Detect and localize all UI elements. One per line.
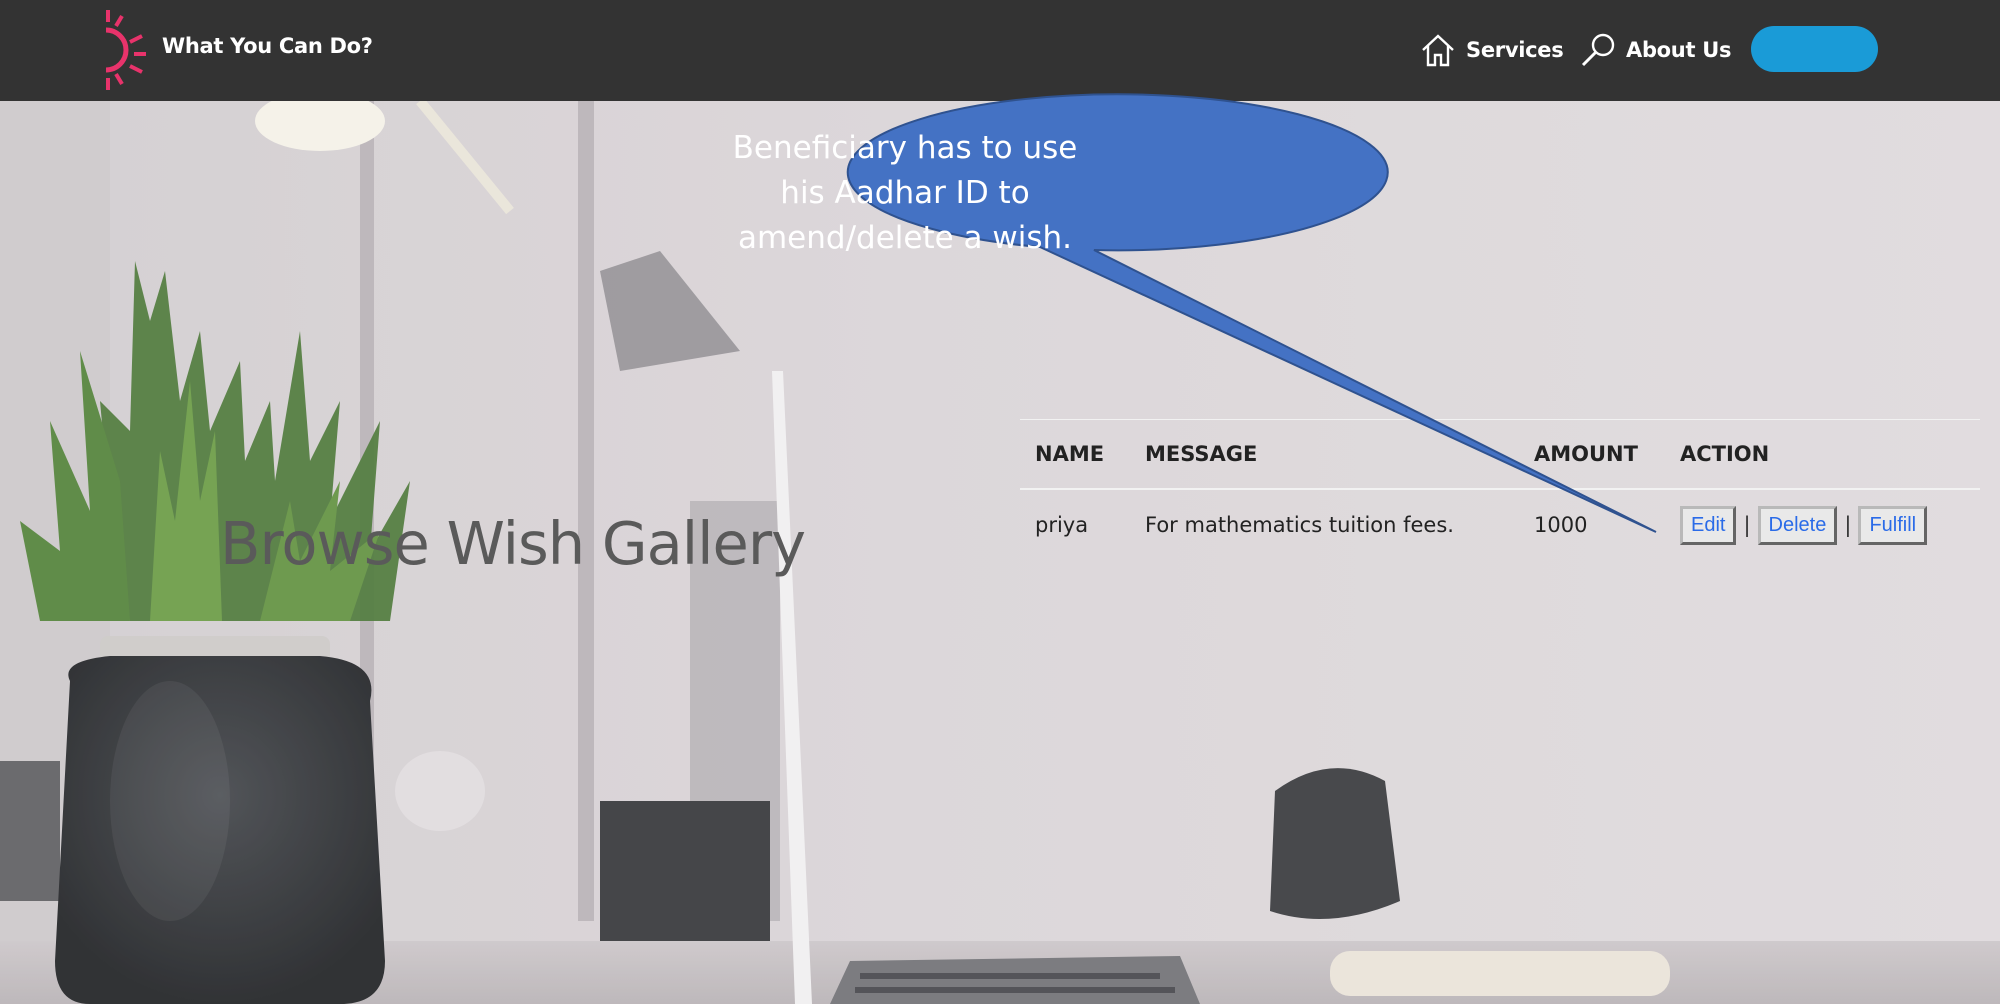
home-icon — [1422, 34, 1454, 67]
callout-line: amend/delete a wish. — [737, 220, 1073, 256]
action-separator: | — [1844, 513, 1852, 537]
brand-title[interactable]: What You Can Do? — [162, 34, 373, 58]
callout-line: his Aadhar ID to — [780, 175, 1030, 211]
navbar: What You Can Do? Services About Us — [0, 0, 2000, 101]
search-icon — [1581, 33, 1615, 67]
table-header-row: NAME MESSAGE AMOUNT ACTION — [1020, 419, 1980, 490]
sunrise-icon[interactable] — [98, 6, 148, 92]
nav-services-label: Services — [1466, 38, 1564, 62]
action-separator: | — [1743, 513, 1751, 537]
header-name: NAME — [1020, 419, 1130, 490]
edit-button[interactable]: Edit — [1680, 505, 1737, 545]
header-amount: AMOUNT — [1519, 419, 1665, 490]
cell-actions: Edit | Delete | Fulfill — [1665, 489, 1980, 560]
page-title: Browse Wish Gallery — [220, 509, 806, 578]
delete-button[interactable]: Delete — [1757, 505, 1838, 545]
wish-table: NAME MESSAGE AMOUNT ACTION priya For mat… — [1020, 419, 1980, 560]
callout-line: Beneficiary has to use — [732, 130, 1078, 166]
nav-about-us-label: About Us — [1626, 38, 1732, 62]
header-action: ACTION — [1665, 419, 1980, 490]
fulfill-button[interactable]: Fulfill — [1858, 505, 1928, 545]
header-message: MESSAGE — [1130, 419, 1519, 490]
cell-amount: 1000 — [1534, 513, 1588, 537]
cell-name: priya — [1035, 513, 1089, 537]
nav-cta-button[interactable] — [1751, 26, 1878, 72]
table-row: priya For mathematics tuition fees. 1000… — [1020, 489, 1980, 560]
cell-message: For mathematics tuition fees. — [1145, 513, 1454, 537]
callout-text: Beneficiary has to use his Aadhar ID to … — [660, 126, 1150, 261]
nav-services[interactable]: Services — [1420, 30, 1564, 70]
nav-about-us[interactable]: About Us — [1580, 30, 1731, 70]
